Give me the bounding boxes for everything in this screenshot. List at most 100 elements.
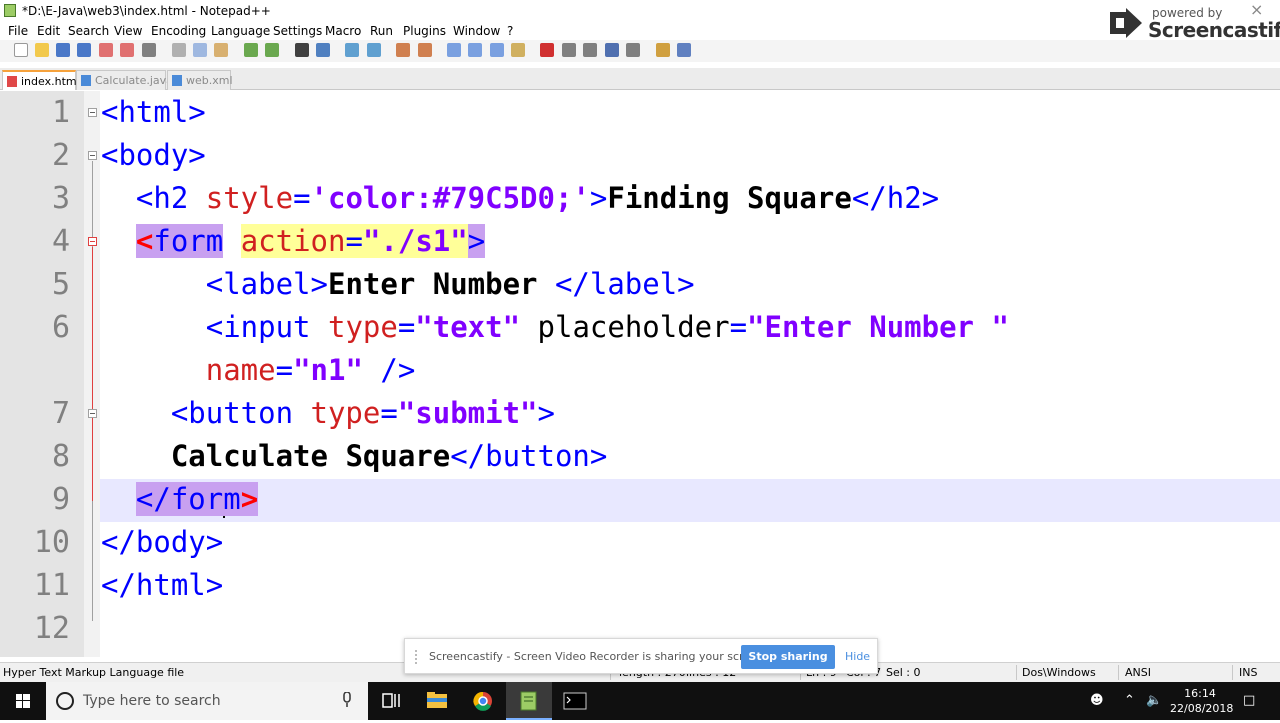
- tab-label: Calculate.java: [95, 74, 173, 87]
- replace-icon[interactable]: [316, 43, 330, 57]
- menu-macro[interactable]: Macro: [325, 24, 361, 38]
- fold-toggle-icon[interactable]: [88, 409, 97, 418]
- code-editor[interactable]: 1 2 3 4 5 6 7 8 9 10 11 12 <html> <body> …: [0, 91, 1280, 657]
- zoom-in-icon[interactable]: [345, 43, 359, 57]
- play-macro-icon[interactable]: [583, 43, 597, 57]
- save-macro-icon[interactable]: [626, 43, 640, 57]
- save-icon[interactable]: [56, 43, 70, 57]
- line-number: 1: [51, 95, 70, 130]
- task-view-icon[interactable]: [368, 682, 414, 720]
- code-token: <html>: [101, 95, 206, 129]
- close-icon[interactable]: [99, 43, 113, 57]
- chrome-icon[interactable]: [460, 682, 506, 720]
- code-token: <body>: [101, 138, 206, 172]
- folder-workspace-icon[interactable]: [656, 43, 670, 57]
- sync-h-icon[interactable]: [418, 43, 432, 57]
- paste-icon[interactable]: [214, 43, 228, 57]
- menu-encoding[interactable]: Encoding: [151, 24, 206, 38]
- drag-handle-icon[interactable]: [415, 650, 421, 664]
- taskbar-search-box[interactable]: Type here to search: [46, 682, 368, 720]
- line-number: 10: [33, 525, 70, 560]
- action-center-icon[interactable]: □: [1243, 693, 1255, 708]
- fold-toggle-icon[interactable]: [88, 108, 97, 117]
- code-line[interactable]: Calculate Square</button>: [101, 435, 608, 478]
- indent-guide-icon[interactable]: [490, 43, 504, 57]
- stop-macro-icon[interactable]: [562, 43, 576, 57]
- start-button[interactable]: [0, 682, 46, 720]
- menu-search[interactable]: Search: [68, 24, 109, 38]
- word-wrap-icon[interactable]: [447, 43, 461, 57]
- menu-settings[interactable]: Settings: [273, 24, 322, 38]
- code-token: <: [135, 224, 154, 258]
- menu-window[interactable]: Window: [453, 24, 500, 38]
- code-line[interactable]: <button type="submit">: [101, 392, 555, 435]
- undo-icon[interactable]: [244, 43, 258, 57]
- line-number: 2: [51, 138, 70, 173]
- fold-toggle-icon[interactable]: [88, 237, 97, 246]
- tab-index-html[interactable]: index.html: [2, 70, 80, 90]
- volume-icon[interactable]: 🔈: [1146, 693, 1162, 708]
- find-icon[interactable]: [295, 43, 309, 57]
- code-token: =: [380, 396, 398, 430]
- status-eol[interactable]: Dos\Windows: [1022, 666, 1096, 679]
- run-macro-multiple-icon[interactable]: [605, 43, 619, 57]
- menu-run[interactable]: Run: [370, 24, 393, 38]
- line-number: 4: [51, 224, 70, 259]
- menu-help[interactable]: ?: [507, 24, 513, 38]
- code-line[interactable]: <form action="./s1">: [101, 220, 486, 263]
- menu-file[interactable]: File: [8, 24, 28, 38]
- code-token: type: [327, 310, 398, 344]
- status-insert-mode[interactable]: INS: [1239, 666, 1257, 679]
- show-hidden-icons-chevron-icon[interactable]: ⌃: [1124, 693, 1135, 708]
- windows-taskbar: Type here to search ☻ ⌃ 🔈 16:14 22/08/20…: [0, 682, 1280, 720]
- menu-view[interactable]: View: [114, 24, 142, 38]
- code-line[interactable]: </body>: [101, 521, 223, 564]
- spellcheck-icon[interactable]: [677, 43, 691, 57]
- code-token: <h2: [101, 181, 206, 215]
- fold-toggle-icon[interactable]: [88, 151, 97, 160]
- command-prompt-icon[interactable]: [552, 682, 598, 720]
- sync-v-icon[interactable]: [396, 43, 410, 57]
- code-line[interactable]: <body>: [101, 134, 206, 177]
- open-file-icon[interactable]: [35, 43, 49, 57]
- hide-sharing-bar-button[interactable]: Hide: [845, 650, 870, 663]
- taskbar-clock[interactable]: 16:14 22/08/2018: [1170, 686, 1233, 716]
- show-all-chars-icon[interactable]: [468, 43, 482, 57]
- doc-map-icon[interactable]: [511, 43, 525, 57]
- save-all-icon[interactable]: [77, 43, 91, 57]
- microphone-icon[interactable]: [342, 692, 352, 708]
- new-file-icon[interactable]: [14, 43, 28, 57]
- code-line[interactable]: </form>: [101, 478, 259, 521]
- redo-icon[interactable]: [265, 43, 279, 57]
- stop-sharing-button[interactable]: Stop sharing: [741, 645, 835, 669]
- code-line[interactable]: </html>: [101, 564, 223, 607]
- people-icon[interactable]: ☻: [1090, 693, 1104, 708]
- code-line[interactable]: <label>Enter Number </label>: [101, 263, 695, 306]
- line-number: 3: [51, 181, 70, 216]
- tab-calculate-java[interactable]: Calculate.java: [76, 70, 173, 90]
- code-line[interactable]: name="n1" />: [101, 349, 416, 392]
- copy-icon[interactable]: [193, 43, 207, 57]
- file-explorer-icon[interactable]: [414, 682, 460, 720]
- menu-language[interactable]: Language: [211, 24, 270, 38]
- menu-edit[interactable]: Edit: [37, 24, 60, 38]
- close-all-icon[interactable]: [120, 43, 134, 57]
- status-file-type: Hyper Text Markup Language file: [3, 666, 185, 679]
- tab-web-xml[interactable]: web.xml: [167, 70, 233, 90]
- code-line[interactable]: <input type="text" placeholder="Enter Nu…: [101, 306, 1009, 349]
- menu-plugins[interactable]: Plugins: [403, 24, 446, 38]
- notepad-plus-plus-taskbar-icon[interactable]: [506, 682, 552, 720]
- status-separator: [1118, 665, 1119, 680]
- zoom-out-icon[interactable]: [367, 43, 381, 57]
- code-token: </h2>: [851, 181, 940, 215]
- code-token: Enter Number: [327, 267, 555, 301]
- status-encoding[interactable]: ANSI: [1125, 666, 1151, 679]
- print-icon[interactable]: [142, 43, 156, 57]
- tab-label: web.xml: [186, 74, 233, 87]
- code-line[interactable]: <html>: [101, 91, 206, 134]
- code-line[interactable]: <h2 style='color:#79C5D0;'>Finding Squar…: [101, 177, 939, 220]
- record-macro-icon[interactable]: [540, 43, 554, 57]
- cut-icon[interactable]: [172, 43, 186, 57]
